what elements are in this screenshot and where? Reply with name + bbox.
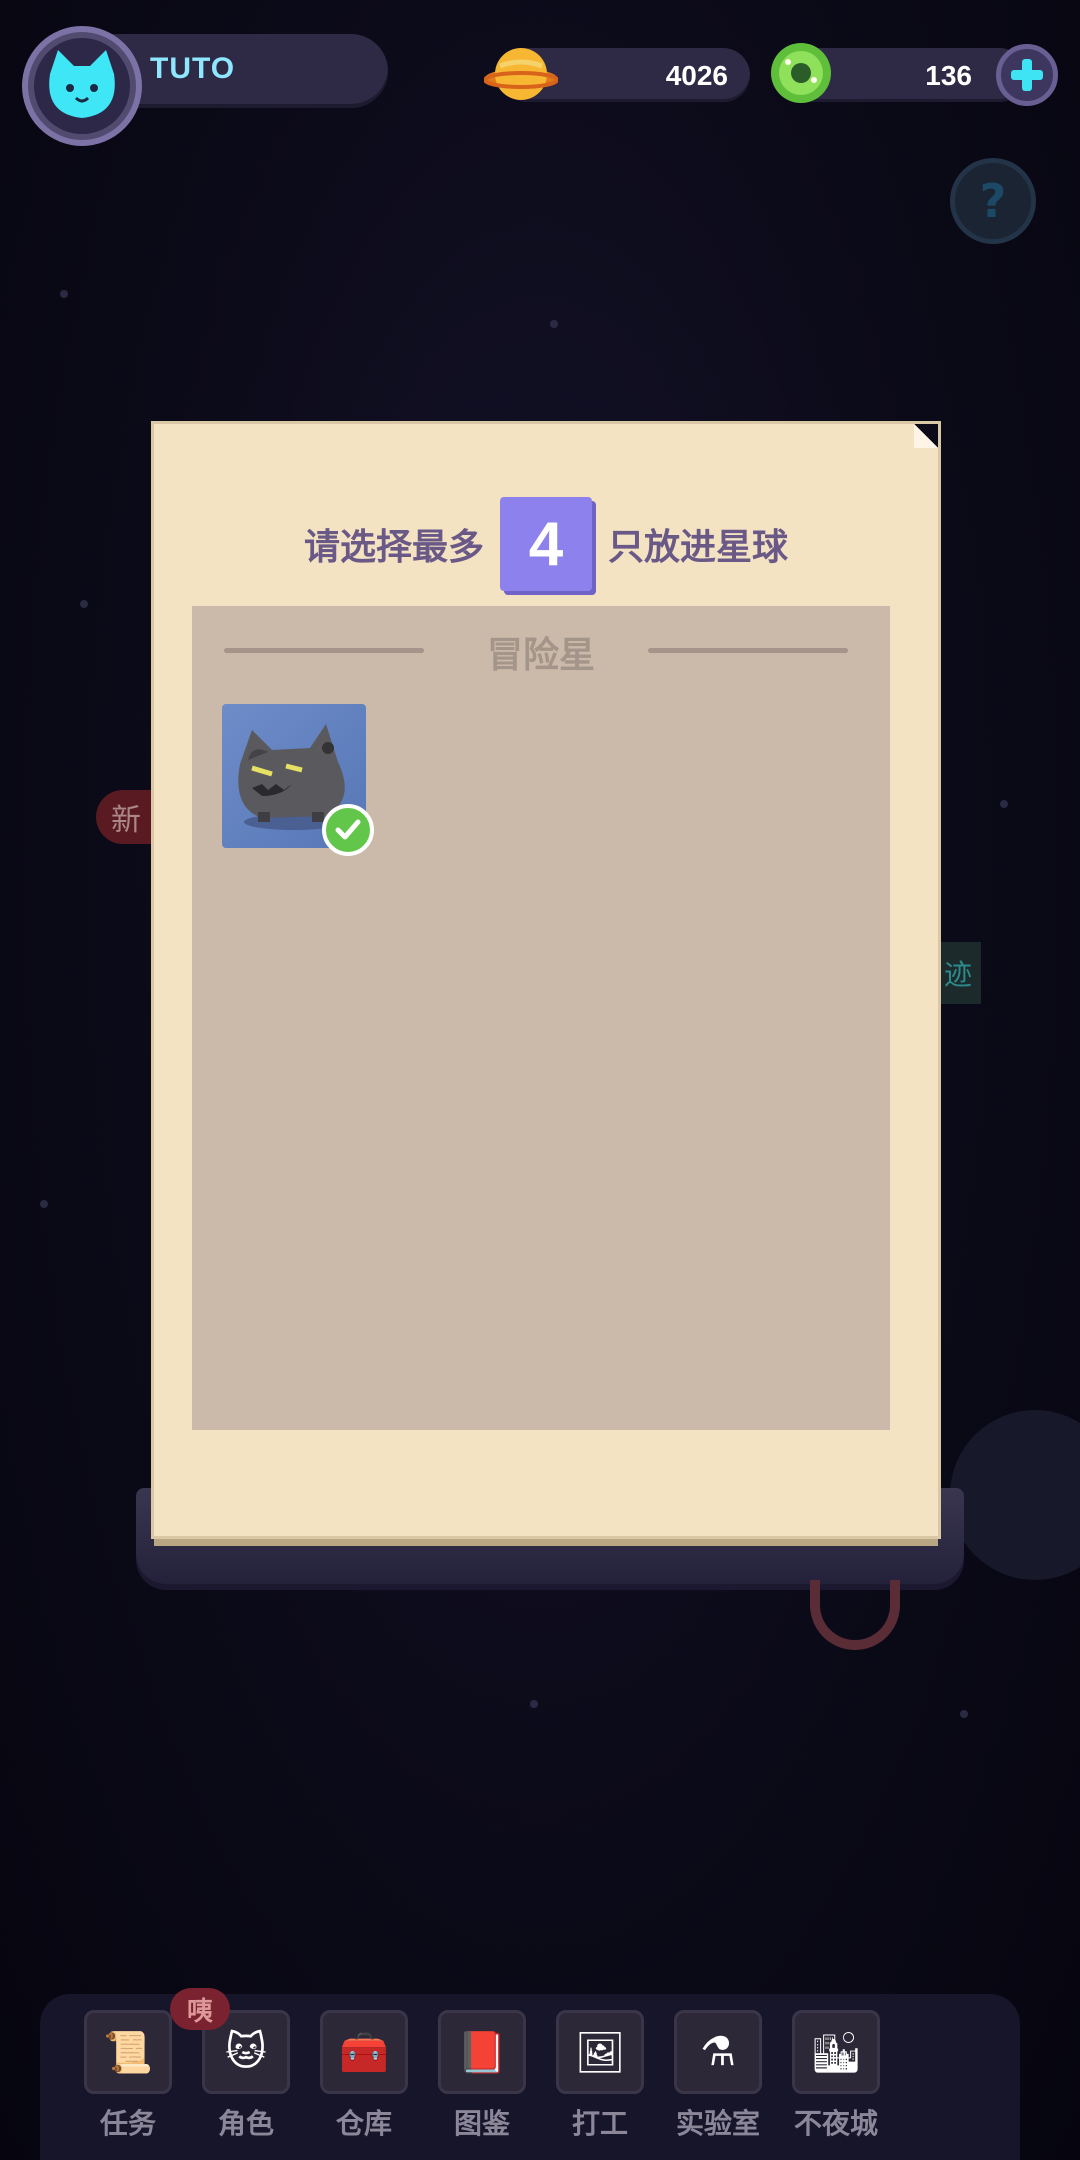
nav-badge: 咦 bbox=[170, 1988, 230, 2030]
nav-item-work[interactable]: 🖼 打工 bbox=[544, 2010, 656, 2142]
nav-item-nightcity[interactable]: 🏙 不夜城 bbox=[780, 2010, 892, 2142]
nav-label: 图鉴 bbox=[453, 2107, 510, 2140]
nav-item-warehouse[interactable]: 🧰 仓库 bbox=[308, 2010, 420, 2142]
nav-item-tasks[interactable]: 📜 任务 bbox=[72, 2010, 184, 2142]
donut-gem-icon bbox=[768, 40, 834, 106]
chest-icon: 🧰 bbox=[320, 2010, 408, 2094]
side-tag: 迹 bbox=[935, 942, 981, 1004]
title-prefix: 请选择最多 bbox=[303, 527, 484, 568]
flask-icon: ⚗ bbox=[674, 2010, 762, 2094]
new-badge: 新 bbox=[96, 790, 156, 844]
gem-value: 136 bbox=[925, 60, 972, 91]
nav-label: 实验室 bbox=[675, 2107, 760, 2140]
nav-label: 任务 bbox=[99, 2107, 156, 2140]
nav-label: 不夜城 bbox=[793, 2107, 878, 2140]
nav-label: 仓库 bbox=[335, 2107, 392, 2140]
selected-check-icon bbox=[322, 804, 374, 856]
nav-item-codex[interactable]: 📕 图鉴 bbox=[426, 2010, 538, 2142]
nav-item-lab[interactable]: ⚗ 实验室 bbox=[662, 2010, 774, 2142]
section-title: 冒险星 bbox=[486, 635, 595, 676]
title-suffix: 只放进星球 bbox=[608, 527, 789, 568]
dialog-title: 请选择最多 4 只放进星球 bbox=[154, 494, 938, 594]
arch-decoration bbox=[810, 1580, 900, 1650]
picture-frame-icon: 🖼 bbox=[556, 2010, 644, 2094]
folded-corner bbox=[914, 424, 938, 448]
planet-coin-icon bbox=[483, 44, 559, 108]
add-currency-button[interactable] bbox=[996, 44, 1058, 106]
planet-decoration bbox=[950, 1410, 1080, 1580]
book-icon: 📕 bbox=[438, 2010, 526, 2094]
coin-value: 4026 bbox=[665, 60, 728, 91]
scroll-icon: 📜 bbox=[84, 2010, 172, 2094]
max-count-badge: 4 bbox=[500, 497, 592, 591]
help-button[interactable]: ? bbox=[950, 158, 1036, 244]
nav-label: 角色 bbox=[217, 2107, 274, 2140]
city-cat-icon: 🏙 bbox=[792, 2010, 880, 2094]
plus-icon bbox=[1011, 59, 1043, 91]
nav-label: 打工 bbox=[571, 2107, 628, 2140]
player-name: TUTO bbox=[150, 52, 236, 85]
avatar[interactable] bbox=[22, 26, 142, 146]
question-icon: ? bbox=[979, 174, 1007, 228]
cat-avatar-icon bbox=[34, 38, 130, 134]
